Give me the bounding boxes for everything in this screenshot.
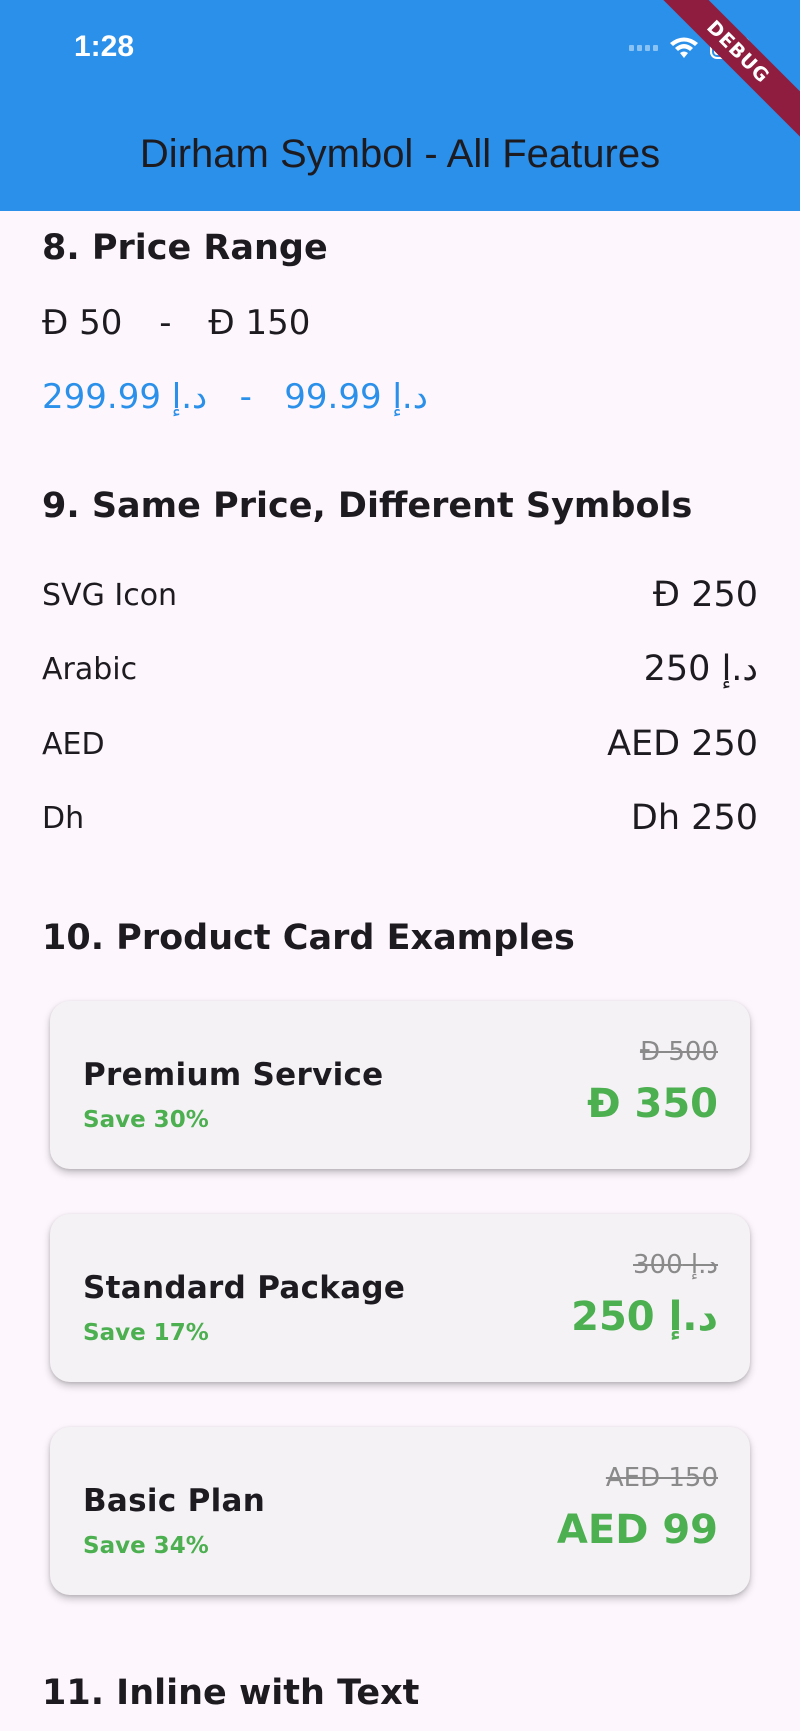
- product-name: Basic Plan: [83, 1483, 266, 1519]
- sale-price: د.إ 250: [571, 1294, 718, 1340]
- symbol-row-arabic: Arabic د.إ 250: [42, 644, 758, 694]
- dirham-symbol-icon: Ɖ: [208, 303, 235, 343]
- discount-label: Save 30%: [83, 1107, 209, 1133]
- product-card[interactable]: Standard Package Save 17% د.إ 300 د.إ 25…: [50, 1214, 750, 1382]
- product-name: Premium Service: [83, 1057, 384, 1093]
- original-price: Ɖ 500: [639, 1037, 718, 1067]
- range-separator: -: [159, 303, 172, 343]
- section-title-same-price: 9. Same Price, Different Symbols: [42, 486, 693, 526]
- price-range-arabic: د.إ 99.99 - د.إ 299.99: [42, 377, 428, 417]
- row-label: AED: [42, 726, 105, 762]
- dirham-symbol-icon: Ɖ: [652, 575, 681, 615]
- original-price: AED 150: [605, 1463, 718, 1493]
- status-time: 1:28: [74, 30, 135, 63]
- app-title: Dirham Symbol - All Features: [139, 132, 661, 176]
- row-value: Dh 250: [630, 798, 758, 838]
- wifi-icon: [670, 37, 698, 58]
- range-from: 50: [79, 303, 123, 343]
- dirham-symbol-icon: Ɖ: [42, 303, 69, 343]
- app-bar: 1:28 DEBUG Dirham Symbol - All Features: [0, 0, 800, 211]
- product-name: Standard Package: [83, 1270, 406, 1306]
- row-value: AED 250: [607, 724, 758, 764]
- sale-price: Ɖ 350: [587, 1081, 718, 1127]
- row-value: د.إ 250: [643, 649, 758, 689]
- row-label: Dh: [42, 800, 85, 836]
- row-label: SVG Icon: [42, 577, 178, 613]
- original-price: د.إ 300: [633, 1250, 718, 1280]
- section-title-inline-text: 11. Inline with Text: [42, 1673, 420, 1713]
- section-title-price-range: 8. Price Range: [42, 228, 328, 268]
- row-amount: 250: [691, 575, 758, 615]
- section-title-product-cards: 10. Product Card Examples: [42, 918, 575, 958]
- symbol-row-svg: SVG Icon Ɖ 250: [42, 570, 758, 620]
- discount-label: Save 17%: [83, 1320, 209, 1346]
- sale-price: AED 99: [556, 1507, 718, 1553]
- symbol-row-aed: AED AED 250: [42, 719, 758, 769]
- product-card[interactable]: Basic Plan Save 34% AED 150 AED 99: [50, 1427, 750, 1595]
- row-value: Ɖ 250: [653, 575, 758, 615]
- price-range-svg: Ɖ 50 - Ɖ 150: [42, 303, 310, 343]
- row-label: Arabic: [42, 651, 138, 687]
- debug-banner: DEBUG: [641, 0, 800, 149]
- product-card[interactable]: Premium Service Save 30% Ɖ 500 Ɖ 350: [50, 1001, 750, 1169]
- range-to: 150: [245, 303, 311, 343]
- symbol-row-dh: Dh Dh 250: [42, 793, 758, 843]
- discount-label: Save 34%: [83, 1533, 209, 1559]
- signal-icon: [629, 45, 658, 51]
